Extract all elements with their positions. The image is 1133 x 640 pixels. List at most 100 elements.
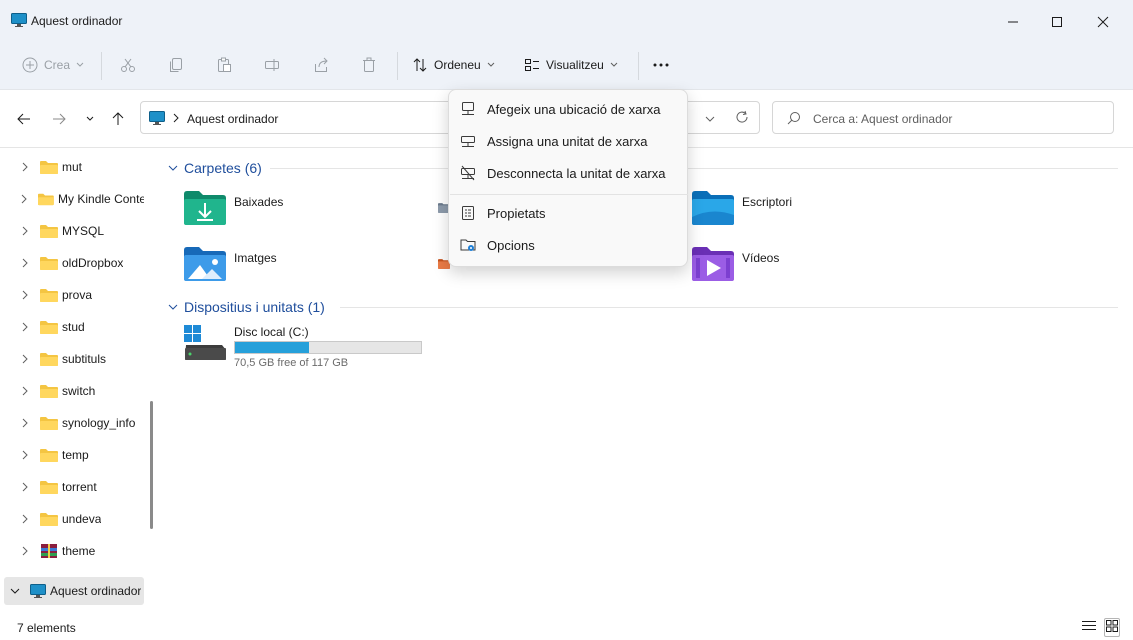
folder-tile-videos[interactable]: Vídeos <box>692 247 922 283</box>
chevron-down-icon[interactable] <box>8 587 22 595</box>
menu-item-disconnect-network-drive[interactable]: Desconnecta la unitat de xarxa <box>453 158 685 188</box>
chevron-right-icon[interactable] <box>18 514 32 524</box>
folder-icon <box>40 353 58 366</box>
menu-item-label: Afegeix una ubicació de xarxa <box>487 101 661 117</box>
sort-button[interactable]: Ordeneu <box>412 50 495 80</box>
chevron-right-icon[interactable] <box>18 194 30 204</box>
cut-button[interactable] <box>120 50 136 80</box>
sidebar-item-undeva[interactable]: undeva <box>0 505 144 533</box>
view-button[interactable]: Visualitzeu <box>524 50 618 80</box>
sidebar-item-this-pc[interactable]: Aquest ordinador <box>4 577 144 605</box>
menu-item-map-network-drive[interactable]: Assigna una unitat de xarxa <box>453 126 685 156</box>
rename-icon <box>265 59 279 71</box>
chevron-right-icon[interactable] <box>18 226 32 236</box>
sidebar-item-my-kindle-content[interactable]: My Kindle Content <box>0 185 144 213</box>
drive-free-space: 70,5 GB free of 117 GB <box>234 357 349 369</box>
computer-icon <box>149 111 165 128</box>
rename-button[interactable] <box>264 50 280 80</box>
folder-tile-desktop[interactable]: Escriptori <box>692 191 922 227</box>
delete-button[interactable] <box>361 50 377 80</box>
sidebar-item-subtituls[interactable]: subtituls <box>0 345 144 373</box>
close-button[interactable] <box>1081 8 1125 36</box>
folder-label: Vídeos <box>742 251 780 265</box>
more-options-menu: Afegeix una ubicació de xarxa Assigna un… <box>448 89 688 267</box>
local-disk-icon <box>184 325 226 360</box>
breadcrumb[interactable]: Aquest ordinador <box>187 112 278 126</box>
sidebar-item-label: subtituls <box>62 352 107 366</box>
chevron-down-icon <box>487 62 495 67</box>
menu-item-label: Propietats <box>487 205 546 221</box>
menu-item-label: Desconnecta la unitat de xarxa <box>487 165 666 181</box>
up-button[interactable] <box>107 108 129 130</box>
chevron-right-icon[interactable] <box>18 354 32 364</box>
chevron-right-icon[interactable] <box>18 322 32 332</box>
group-title: Carpetes (6) <box>184 160 262 176</box>
sidebar-item-label: synology_info <box>62 416 136 430</box>
search-input[interactable]: Cerca a: Aquest ordinador <box>772 101 1114 134</box>
copy-button[interactable] <box>168 50 184 80</box>
sidebar-item-label: temp <box>62 448 89 462</box>
view-icon <box>525 59 539 71</box>
tiles-view-icon[interactable] <box>1104 618 1120 637</box>
menu-item-add-network-location[interactable]: Afegeix una ubicació de xarxa <box>453 94 685 124</box>
copy-icon <box>170 58 182 72</box>
forward-button[interactable] <box>48 108 70 130</box>
chevron-right-icon[interactable] <box>18 546 32 556</box>
chevron-right-icon[interactable] <box>18 290 32 300</box>
back-button[interactable] <box>13 108 35 130</box>
chevron-right-icon[interactable] <box>18 418 32 428</box>
folder-icon <box>38 193 55 206</box>
chevron-right-icon[interactable] <box>18 162 32 172</box>
group-header-devices[interactable]: Dispositius i unitats (1) <box>168 297 325 317</box>
folder-tile-downloads[interactable]: Baixades <box>184 191 414 227</box>
folder-label: Escriptori <box>742 195 793 209</box>
maximize-button[interactable] <box>1035 8 1079 36</box>
address-history-icon[interactable] <box>704 113 716 127</box>
sidebar-item-label: theme <box>62 544 96 558</box>
sidebar-item-mut[interactable]: mut <box>0 153 144 181</box>
chevron-right-icon[interactable] <box>18 450 32 460</box>
sidebar-item-label: Aquest ordinador <box>50 584 142 598</box>
breadcrumb-chevron-icon <box>172 112 180 126</box>
sidebar-item-switch[interactable]: switch <box>0 377 144 405</box>
paste-icon <box>218 57 231 72</box>
sidebar-item-stud[interactable]: stud <box>0 313 144 341</box>
sidebar-item-theme[interactable]: theme <box>0 537 144 565</box>
chevron-right-icon[interactable] <box>18 258 32 268</box>
sidebar-item-olddropbox[interactable]: oldDropbox <box>0 249 144 277</box>
details-view-icon[interactable] <box>1082 620 1096 635</box>
folder-icon <box>40 385 58 398</box>
chevron-right-icon[interactable] <box>18 482 32 492</box>
minimize-button[interactable] <box>991 8 1035 36</box>
share-button[interactable] <box>313 50 329 80</box>
sidebar-item-mysql[interactable]: MYSQL <box>0 217 144 245</box>
refresh-icon[interactable] <box>735 110 749 127</box>
menu-item-options[interactable]: Opcions <box>453 230 685 260</box>
sidebar-item-synology-info[interactable]: synology_info <box>0 409 144 437</box>
group-divider <box>340 307 1118 308</box>
sidebar-item-prova[interactable]: prova <box>0 281 144 309</box>
chevron-down-icon <box>76 62 84 67</box>
group-header-folders[interactable]: Carpetes (6) <box>168 158 262 178</box>
paste-button[interactable] <box>216 50 232 80</box>
new-button[interactable]: Crea <box>22 50 84 80</box>
recent-locations-button[interactable] <box>79 108 101 130</box>
menu-item-properties[interactable]: Propietats <box>453 198 685 228</box>
chevron-right-icon[interactable] <box>18 386 32 396</box>
folder-label: Baixades <box>234 195 284 209</box>
group-divider <box>270 168 1118 169</box>
desktop-folder-icon <box>692 191 734 225</box>
sidebar-item-temp[interactable]: temp <box>0 441 144 469</box>
folder-icon <box>40 289 58 302</box>
folder-icon <box>40 481 58 494</box>
properties-icon <box>458 205 478 221</box>
chevron-down-icon <box>610 62 618 67</box>
more-options-button[interactable] <box>652 50 670 80</box>
new-label: Crea <box>44 58 71 72</box>
close-icon <box>1097 16 1109 28</box>
minimize-icon <box>1008 21 1018 23</box>
sidebar-item-torrent[interactable]: torrent <box>0 473 144 501</box>
folder-tile-pictures[interactable]: Imatges <box>184 247 414 283</box>
sidebar-scrollbar[interactable] <box>150 401 153 529</box>
title-bar: Aquest ordinador <box>0 0 1133 42</box>
